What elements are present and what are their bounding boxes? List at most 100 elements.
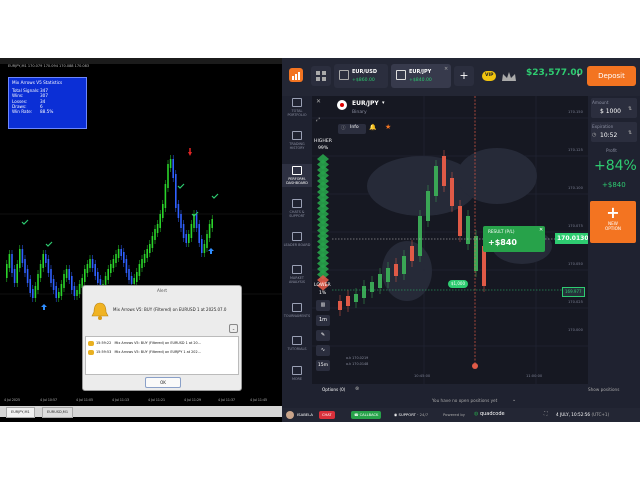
info-icon: ⓘ [341,126,346,131]
expand-icon[interactable]: ⤢ [316,117,320,123]
sidebar-item-tutorials[interactable]: TUTORIALS [282,336,312,351]
time-axis-label: 11:00:00 [526,374,543,378]
show-positions-button[interactable]: Show positions [588,387,619,392]
vip-badge[interactable]: VIP [482,71,497,81]
amount-stepper-icon[interactable]: ⇅ [628,106,632,112]
username[interactable]: ISABELA [297,412,313,417]
chevron-down-icon[interactable]: ⌄ [512,397,516,403]
quadcode-logo: ◍ quadcode [474,411,505,417]
avatar[interactable] [286,411,294,419]
mt4-candle [141,259,143,268]
mt4-candles [6,155,213,302]
instrument-name[interactable]: EUR/JPY [352,100,379,107]
pencil-icon[interactable]: ✎ [316,330,330,341]
mt4-candle [149,244,151,253]
trade-marker[interactable]: $1,000 [448,280,468,288]
mt4-candle [89,259,91,268]
mt4-candle [42,254,44,268]
mt4-candle [68,269,70,280]
sidebar-item-portfolio[interactable]: TOTAL PORTFOLIO [282,98,312,117]
tab-eurusd[interactable]: EURUSD,M1 [42,407,74,418]
close-icon[interactable]: ✕ [316,98,321,105]
alert-dialog: Alert Mix Arrows V5: BUY (Filtered) on E… [82,285,242,391]
sidebar-item-chats[interactable]: CHATS & SUPPORT [282,199,312,218]
clock-icon: ◷ [592,132,597,138]
mt4-candle [91,259,94,268]
bell-icon[interactable]: 🔔 [369,124,376,131]
mt4-candle [146,249,148,258]
amount-value[interactable]: $ 1000 [600,108,621,115]
mt4-candle [136,272,138,282]
indicator-icon[interactable]: ∿ [316,345,330,356]
asset-tab-eurusd[interactable]: EUR/USD +$860.00 [334,64,388,88]
ok-button[interactable]: OK [145,377,181,388]
deposit-button[interactable]: Deposit [587,66,636,86]
timeframe-1m[interactable]: 1m [316,315,330,326]
alert-history-list[interactable]: 15:59:22 Mix Arrows V5: BUY (Filtered) o… [85,336,239,375]
sidebar-item-leaderboard[interactable]: LEADER BOARD [282,232,312,247]
chevron-down-icon[interactable]: ▾ [577,72,580,79]
candle [346,296,350,306]
crown-icon[interactable] [500,69,518,88]
balance-display[interactable]: $23,577.00 [526,68,583,78]
mt4-candle [63,274,65,288]
fullscreen-icon[interactable]: ⛶ [544,411,548,417]
list-item[interactable]: 15:59:53 Mix Arrows V5: BUY (Filtered) o… [88,348,236,357]
list-item[interactable]: 15:59:22 Mix Arrows V5: BUY (Filtered) o… [88,339,236,348]
candle [354,294,358,302]
sidebar-item-tournaments[interactable]: TOURNAMENTS [282,303,312,318]
check-icon [21,219,29,225]
add-asset-button[interactable]: + [454,66,474,86]
trading-candle-chart[interactable] [312,96,588,384]
star-icon[interactable]: ★ [385,123,391,131]
asset-tab-eurjpy[interactable]: EUR/JPY +$840.00 × [391,64,451,88]
mt4-candle [211,219,213,228]
mt4-candle [172,159,174,178]
flag-icon [337,100,347,110]
chart-type-button[interactable]: ▥ [316,300,330,311]
result-tooltip[interactable]: RESULT (P/L) +$840 ✕ [483,226,545,252]
mt4-candle [86,264,89,273]
timeframe-15m[interactable]: 15m [316,360,330,371]
mt4-candle [84,269,86,282]
mt4-candle [138,264,141,276]
candle [450,178,454,206]
check-icon [45,241,53,247]
close-icon[interactable]: × [444,66,448,72]
sidebar-item-analysis[interactable]: MARKET ANALYSIS [282,265,312,284]
chevron-down-icon[interactable]: ▾ [382,100,385,106]
sidebar-item-more[interactable]: MORE [282,366,312,381]
chevron-down-icon[interactable]: ⌄ [229,324,238,333]
tournament-icon [292,303,302,312]
ohlc-line2: o.k 170.0148 [346,362,369,366]
info-button[interactable]: ⓘ Info [338,124,366,134]
candle [482,246,486,286]
mt4-candle [39,264,42,278]
options-tab[interactable]: Options (0) [322,387,345,392]
close-icon[interactable]: ⊗ [355,386,359,392]
mt4-candle [21,249,24,263]
bottom-margin [0,422,640,480]
new-option-button[interactable]: + NEW OPTION [590,201,636,243]
mt4-candle [206,234,208,248]
mt4-candle [65,269,68,278]
support-link[interactable]: ◉ SUPPORT · 24/7 [394,412,428,417]
sidebar-item-dashboard[interactable]: PERFORM. DASHBOARD [282,164,312,188]
mt4-candle [97,272,99,283]
expiration-value[interactable]: 10:52 [600,132,617,139]
mt4-candle [107,269,109,280]
mt4-candle [11,254,13,273]
mt4-candle [60,284,63,296]
buy-arrow-icon [41,304,47,310]
chat-button[interactable]: CHAT [319,411,335,419]
mt4-candle [123,252,125,263]
candle [370,282,374,292]
callback-button[interactable]: ☎ CALLBACK [351,411,382,419]
close-icon[interactable]: ✕ [539,227,543,233]
stats-panel: Mix Arrows V5 Statistics Total Signals: 3… [8,77,87,129]
expiration-stepper-icon[interactable]: ⇅ [628,130,632,136]
grid-menu-icon[interactable] [311,66,331,86]
profit-label: Profit [606,148,617,153]
tab-eurjpy[interactable]: EURJPY,M1 [6,407,35,418]
sidebar-item-history[interactable]: TRADING HISTORY [282,131,312,150]
